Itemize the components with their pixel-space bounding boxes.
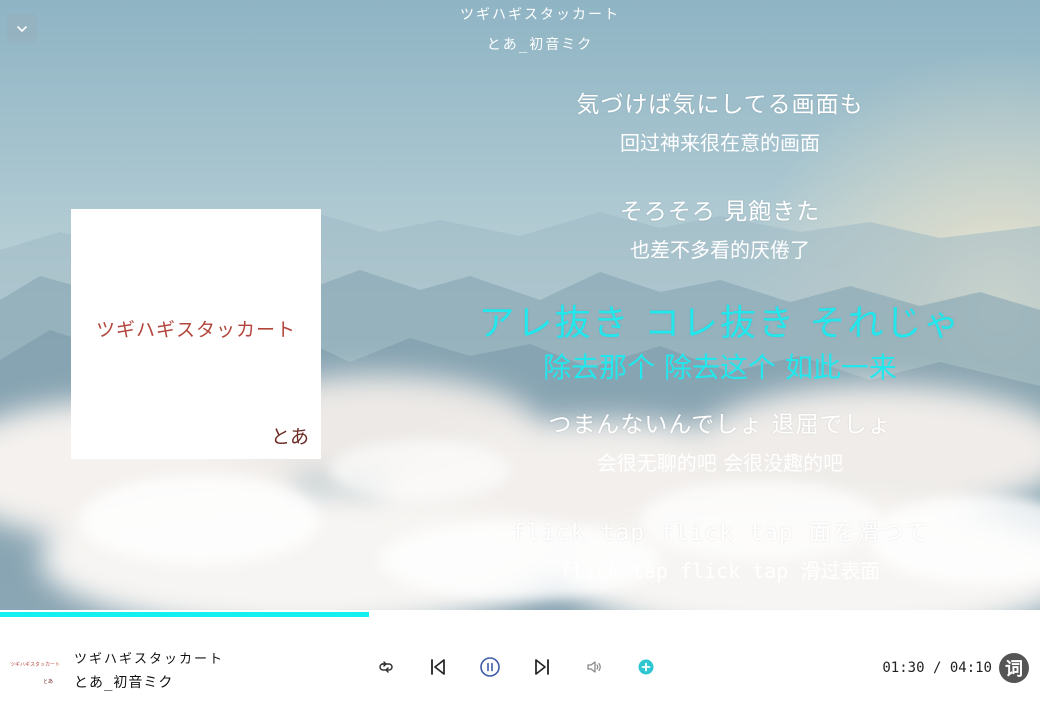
lyric-translation: 除去那个 除去这个 如此一来: [543, 351, 897, 384]
lyric-line[interactable]: つまんないんでしょ 退屈でしょ 会很无聊的吧 会很没趣的吧: [440, 405, 1000, 476]
music-player: ツギハギスタッカート とあ_初音ミク ツギハギスタッカート とあ 気づけば気にし…: [0, 0, 1040, 703]
total-time: 04:10: [949, 660, 992, 676]
lyric-original: アレ抜き コレ抜き それじゃ: [478, 303, 962, 344]
lyric-translation: 也差不多看的厌倦了: [630, 238, 810, 262]
player-bar: ツギハギスタッカート とあ ツギハギスタッカート とあ_初音ミク 01:30 /…: [0, 618, 1040, 703]
volume-icon: [587, 661, 601, 673]
previous-button[interactable]: [426, 655, 450, 679]
add-to-playlist-button[interactable]: [634, 655, 658, 679]
lyric-original: そろそろ 見飽きた: [619, 199, 821, 225]
bar-song-artist: とあ_初音ミク: [74, 675, 174, 691]
time-separator: /: [932, 660, 942, 676]
mini-album-cover[interactable]: ツギハギスタッカート とあ: [8, 642, 60, 690]
lyric-original: 気づけば気にしてる画面も: [576, 92, 864, 118]
album-cover-artist: とあ: [270, 426, 309, 448]
mini-cover-title: ツギハギスタッカート: [10, 662, 61, 668]
now-playing-artist: とあ_初音ミク: [486, 37, 594, 53]
album-cover: ツギハギスタッカート とあ: [71, 209, 321, 459]
volume-button[interactable]: [582, 655, 606, 679]
plus-circle-icon: [638, 659, 654, 675]
lyrics-toggle-button[interactable]: 词: [999, 653, 1029, 683]
next-button[interactable]: [530, 655, 554, 679]
lyric-original: flick tap flick tap 面を滑つて: [511, 520, 929, 546]
loop-button[interactable]: [374, 655, 398, 679]
current-time: 01:30: [882, 660, 925, 676]
lyric-original: つまんないんでしょ 退屈でしょ: [548, 412, 892, 438]
lyric-line[interactable]: 気づけば気にしてる画面も 回过神来很在意的画面: [440, 85, 1000, 156]
lyric-line-active[interactable]: アレ抜き コレ抜き それじゃ 除去那个 除去这个 如此一来: [440, 294, 1000, 386]
skip-next-icon: [535, 659, 549, 675]
pause-icon: [480, 657, 500, 677]
bar-song-title: ツギハギスタッカート: [74, 652, 225, 667]
now-playing-title: ツギハギスタッカート: [460, 7, 620, 23]
lyric-translation: 会很无聊的吧 会很没趣的吧: [596, 451, 844, 475]
lyric-translation: 回过神来很在意的画面: [620, 131, 820, 155]
progress-fill: [0, 612, 369, 617]
mini-cover-artist: とあ: [42, 679, 53, 685]
skip-previous-icon: [431, 659, 445, 675]
album-cover-title: ツギハギスタッカート: [95, 319, 296, 341]
repeat-icon: [379, 661, 393, 673]
lyric-line[interactable]: そろそろ 見飽きた 也差不多看的厌倦了: [440, 192, 1000, 263]
lyric-line[interactable]: flick tap flick tap 面を滑つて flick tap flic…: [440, 513, 1000, 584]
lyric-translation: flick tap flick tap 滑过表面: [559, 559, 881, 583]
play-pause-button[interactable]: [478, 655, 502, 679]
time-display: 01:30 / 04:10: [882, 660, 992, 676]
